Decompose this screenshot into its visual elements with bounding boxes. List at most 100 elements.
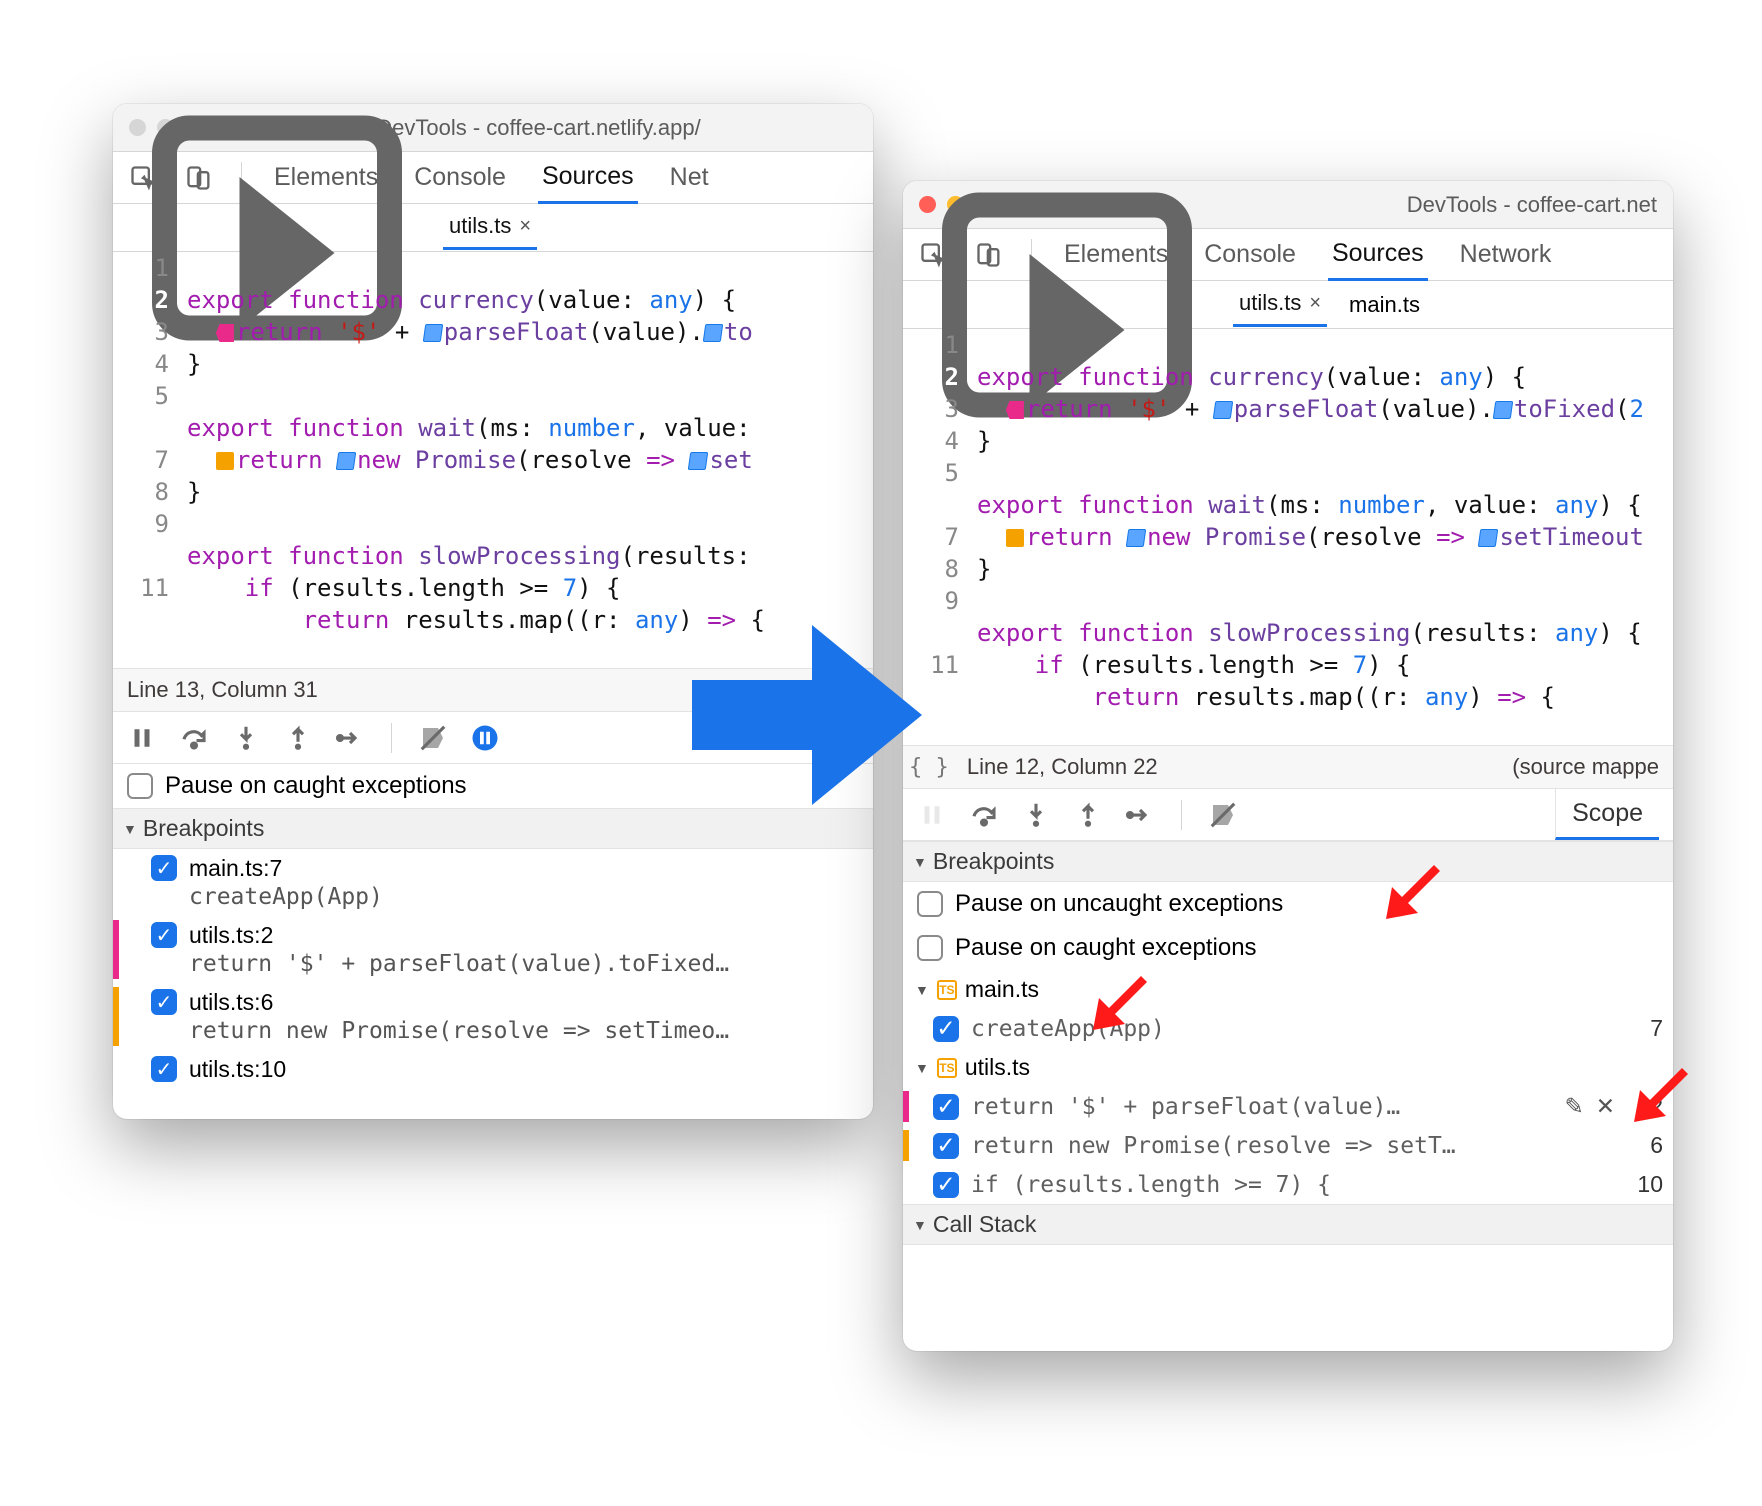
checkbox[interactable]: ✓ — [933, 1016, 959, 1042]
breakpoint-group-header[interactable]: ▼ TS utils.ts — [903, 1048, 1673, 1087]
breakpoint-item[interactable]: ✓ return '$' + parseFloat(value)… ✎ ✕ 2 — [903, 1087, 1673, 1126]
disclosure-triangle-icon: ▼ — [915, 1060, 929, 1076]
step-icon[interactable] — [1125, 800, 1155, 830]
ts-file-icon: TS — [937, 980, 957, 1000]
step-icon[interactable] — [335, 723, 365, 753]
call-marker-icon — [336, 452, 357, 470]
tab-sources[interactable]: Sources — [538, 152, 638, 204]
source-text[interactable]: export function currency(value: any) { r… — [971, 329, 1673, 745]
pause-on-exceptions-icon[interactable] — [470, 723, 500, 753]
breakpoint-location: main.ts:7 — [189, 855, 383, 882]
gutter[interactable]: 1 2 3 4 5 6 7 8 9 10 11 — [113, 252, 181, 668]
source-text[interactable]: export function currency(value: any) { r… — [181, 252, 873, 668]
file-tab-label: utils.ts — [1239, 290, 1301, 316]
checkbox[interactable]: ✓ — [933, 1172, 959, 1198]
step-into-icon[interactable] — [1021, 800, 1051, 830]
step-into-icon[interactable] — [231, 723, 261, 753]
breakpoint-snippet: return '$' + parseFloat(value)… — [971, 1094, 1552, 1120]
checkbox[interactable]: ✓ — [151, 855, 177, 881]
breakpoint-item[interactable]: ✓ utils.ts:6 return new Promise(resolve … — [113, 983, 873, 1050]
breakpoint-marker-icon — [1006, 529, 1024, 547]
pause-uncaught-row[interactable]: Pause on uncaught exceptions — [903, 882, 1673, 926]
file-tab-utils[interactable]: utils.ts × — [1233, 282, 1327, 327]
checkbox[interactable]: ✓ — [151, 922, 177, 948]
status-line: { } Line 12, Column 22 (source mappe — [903, 745, 1673, 789]
call-marker-icon — [1213, 401, 1234, 419]
pause-caught-row[interactable]: Pause on caught exceptions — [113, 764, 873, 808]
breakpoint-item[interactable]: ✓ if (results.length >= 7) { 10 — [903, 1165, 1673, 1204]
pause-uncaught-label: Pause on uncaught exceptions — [955, 890, 1283, 918]
checkbox[interactable]: ✓ — [933, 1133, 959, 1159]
edit-icon[interactable]: ✎ — [1564, 1093, 1583, 1120]
breakpoint-line-number: 7 — [1627, 1015, 1663, 1042]
breakpoint-snippet: return new Promise(resolve => setTimeo… — [189, 1018, 729, 1044]
breakpoint-snippet: createApp(App) — [189, 884, 383, 910]
call-marker-icon — [703, 324, 724, 342]
group-name: utils.ts — [965, 1054, 1030, 1081]
step-over-icon[interactable] — [969, 800, 999, 830]
group-name: main.ts — [965, 976, 1039, 1003]
file-tabs: utils.ts × main.ts — [903, 281, 1673, 329]
breakpoint-line-number: 6 — [1627, 1132, 1663, 1159]
pretty-print-icon[interactable]: { } — [909, 755, 949, 780]
breakpoint-item[interactable]: ✓ utils.ts:2 return '$' + parseFloat(val… — [113, 916, 873, 983]
tab-network[interactable]: Net — [666, 153, 713, 202]
close-icon[interactable]: × — [1309, 292, 1321, 315]
cursor-position: Line 12, Column 22 — [967, 754, 1158, 779]
pause-icon[interactable] — [127, 723, 157, 753]
breakpoint-location: utils.ts:6 — [189, 989, 729, 1016]
file-tab-utils[interactable]: utils.ts × — [443, 205, 537, 250]
file-tab-label: utils.ts — [449, 213, 511, 239]
checkbox[interactable]: ✓ — [933, 1094, 959, 1120]
delete-icon[interactable]: ✕ — [1596, 1093, 1615, 1120]
devtools-window-after: DevTools - coffee-cart.net Elements Cons… — [903, 181, 1673, 1351]
breakpoint-snippet: return new Promise(resolve => setT… — [971, 1133, 1615, 1159]
ts-file-icon: TS — [937, 1058, 957, 1078]
tab-sources[interactable]: Sources — [1328, 229, 1428, 281]
breakpoint-snippet: createApp(App) — [971, 1016, 1615, 1042]
call-stack-section-header[interactable]: ▼ Call Stack — [903, 1204, 1673, 1245]
call-marker-icon — [1493, 401, 1514, 419]
breakpoint-location: utils.ts:2 — [189, 922, 729, 949]
section-title: Breakpoints — [933, 848, 1054, 875]
deactivate-breakpoints-icon[interactable] — [418, 723, 448, 753]
checkbox[interactable] — [917, 891, 943, 917]
breakpoint-line-number: 10 — [1627, 1171, 1663, 1198]
checkbox[interactable] — [917, 935, 943, 961]
code-editor[interactable]: 1 2 3 4 5 6 7 8 9 10 11 export function … — [113, 252, 873, 668]
breakpoint-line-number: 2 — [1627, 1093, 1663, 1120]
breakpoint-item[interactable]: ✓ createApp(App) 7 — [903, 1009, 1673, 1048]
source-map-hint: (source — [786, 677, 859, 703]
breakpoint-marker-icon — [216, 324, 234, 342]
breakpoint-item[interactable]: ✓ main.ts:7 createApp(App) — [113, 849, 873, 916]
checkbox[interactable]: ✓ — [151, 1056, 177, 1082]
deactivate-breakpoints-icon[interactable] — [1208, 800, 1238, 830]
close-icon[interactable]: × — [519, 215, 531, 238]
checkbox[interactable]: ✓ — [151, 989, 177, 1015]
breakpoints-section-header[interactable]: ▼ Breakpoints — [903, 841, 1673, 882]
step-out-icon[interactable] — [1073, 800, 1103, 830]
checkbox[interactable] — [127, 773, 153, 799]
scope-tab[interactable]: Scope — [1555, 789, 1659, 840]
breakpoint-group-header[interactable]: ▼ TS main.ts — [903, 970, 1673, 1009]
call-marker-icon — [1126, 529, 1147, 547]
disclosure-triangle-icon: ▼ — [913, 854, 927, 870]
tab-network[interactable]: Network — [1456, 230, 1556, 279]
file-tabs: utils.ts × — [113, 204, 873, 252]
breakpoints-section-header[interactable]: ▼ Breakpoints — [113, 808, 873, 849]
file-tab-label: main.ts — [1349, 292, 1420, 318]
file-tab-main[interactable]: main.ts — [1343, 284, 1426, 326]
section-title: Breakpoints — [143, 815, 264, 842]
step-over-icon[interactable] — [179, 723, 209, 753]
code-editor[interactable]: 1 2 3 4 5 6 7 8 9 10 11 export function … — [903, 329, 1673, 745]
gutter[interactable]: 1 2 3 4 5 6 7 8 9 10 11 — [903, 329, 971, 745]
step-out-icon[interactable] — [283, 723, 313, 753]
debugger-toolbar: Scope — [903, 789, 1673, 841]
pause-caught-label: Pause on caught exceptions — [165, 772, 467, 800]
pause-caught-row[interactable]: Pause on caught exceptions — [903, 926, 1673, 970]
disclosure-triangle-icon: ▼ — [915, 982, 929, 998]
breakpoint-item[interactable]: ✓ return new Promise(resolve => setT… 6 — [903, 1126, 1673, 1165]
separator — [391, 723, 392, 753]
breakpoint-item[interactable]: ✓ utils.ts:10 — [113, 1050, 873, 1089]
cursor-position: Line 13, Column 31 — [127, 677, 318, 703]
